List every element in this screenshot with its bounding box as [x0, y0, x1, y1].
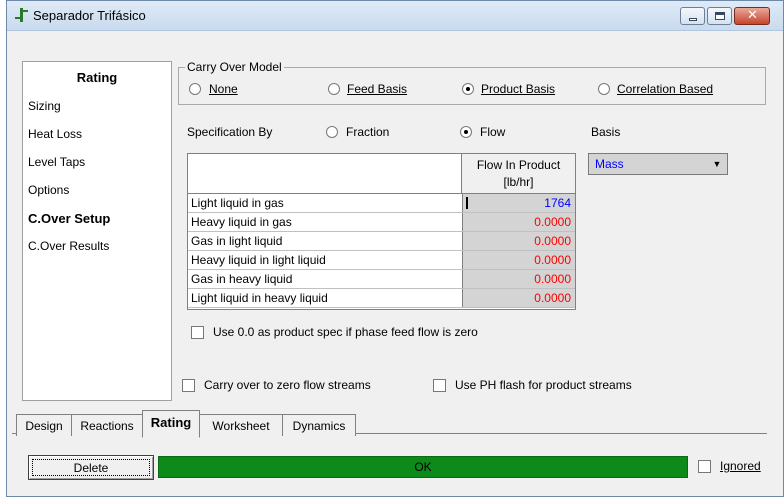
close-button[interactable]: ✕ — [734, 7, 770, 25]
dropdown-arrow-icon[interactable]: ▼ — [709, 156, 725, 172]
row-value-input[interactable]: 0.0000 — [462, 251, 575, 269]
use-ph-flash-label[interactable]: Use PH flash for product streams — [455, 378, 632, 392]
row-name: Gas in light liquid — [191, 234, 283, 248]
radio-correlation-based-label[interactable]: Correlation Based — [617, 82, 713, 96]
radio-none-label[interactable]: None — [209, 82, 238, 96]
radio-fraction[interactable] — [326, 126, 338, 138]
specification-by-label: Specification By — [187, 125, 273, 139]
carry-zero-flow-label[interactable]: Carry over to zero flow streams — [204, 378, 371, 392]
basis-label: Basis — [591, 125, 621, 139]
tab-rating[interactable]: Rating — [142, 410, 200, 438]
row-value-input[interactable]: 0.0000 — [462, 213, 575, 231]
carry-over-model-group: Carry Over Model None Feed Basis Product… — [178, 60, 766, 105]
flow-in-product-grid: Flow In Product [lb/hr] Light liquid in … — [187, 153, 576, 310]
basis-select-value: Mass — [595, 157, 624, 171]
radio-feed-basis-label[interactable]: Feed Basis — [347, 82, 407, 96]
radio-feed-basis[interactable] — [328, 83, 340, 95]
minimize-icon — [689, 18, 697, 21]
row-name: Light liquid in gas — [191, 196, 284, 210]
text-cursor — [466, 197, 468, 209]
row-value-input[interactable]: 0.0000 — [462, 270, 575, 288]
tab-dynamics[interactable]: Dynamics — [282, 414, 356, 436]
tab-strip: Design Reactions Rating Worksheet Dynami… — [11, 409, 771, 438]
grid-column-header-title: Flow In Product — [476, 158, 561, 172]
nav-item-options[interactable]: Options — [23, 176, 171, 204]
separator-app-icon — [15, 8, 28, 22]
delete-button[interactable]: Delete — [28, 455, 154, 480]
tab-worksheet[interactable]: Worksheet — [199, 414, 283, 436]
use-zero-spec-label[interactable]: Use 0.0 as product spec if phase feed fl… — [213, 325, 478, 339]
table-row: Gas in light liquid 0.0000 — [188, 232, 575, 251]
grid-corner-header — [188, 154, 462, 194]
title-bar[interactable]: Separador Trifásico ✕ — [7, 1, 783, 31]
minimize-button[interactable] — [680, 7, 705, 25]
grid-column-header: Flow In Product [lb/hr] — [462, 154, 575, 194]
table-row: Gas in heavy liquid 0.0000 — [188, 270, 575, 289]
grid-column-header-unit: [lb/hr] — [503, 175, 534, 189]
radio-product-basis-label[interactable]: Product Basis — [481, 82, 555, 96]
table-row: Light liquid in heavy liquid 0.0000 — [188, 289, 575, 308]
row-name: Light liquid in heavy liquid — [191, 291, 328, 305]
row-name: Gas in heavy liquid — [191, 272, 293, 286]
radio-flow[interactable] — [460, 126, 472, 138]
row-value-input[interactable]: 0.0000 — [462, 232, 575, 250]
radio-flow-label[interactable]: Flow — [480, 125, 505, 139]
row-name: Heavy liquid in gas — [191, 215, 292, 229]
row-value-input[interactable]: 0.0000 — [462, 289, 575, 307]
radio-fraction-label[interactable]: Fraction — [346, 125, 389, 139]
maximize-icon — [715, 12, 725, 20]
app-window: Separador Trifásico ✕ Rating Sizing Heat… — [6, 0, 784, 497]
tab-reactions[interactable]: Reactions — [71, 414, 143, 436]
nav-item-sizing[interactable]: Sizing — [23, 92, 171, 120]
tab-design[interactable]: Design — [16, 414, 72, 436]
nav-item-cover-results[interactable]: C.Over Results — [23, 232, 171, 260]
nav-header: Rating — [76, 70, 118, 85]
table-row: Heavy liquid in light liquid 0.0000 — [188, 251, 575, 270]
rating-nav-list: Rating Sizing Heat Loss Level Taps Optio… — [22, 61, 172, 401]
use-zero-spec-checkbox[interactable] — [191, 326, 204, 339]
radio-correlation-based[interactable] — [598, 83, 610, 95]
table-row: Heavy liquid in gas 0.0000 — [188, 213, 575, 232]
maximize-button[interactable] — [707, 7, 732, 25]
row-value-input[interactable]: 1764 — [462, 194, 575, 212]
radio-none[interactable] — [189, 83, 201, 95]
status-bar: OK — [158, 456, 688, 478]
window-title: Separador Trifásico — [33, 8, 146, 23]
nav-item-cover-setup[interactable]: C.Over Setup — [23, 204, 171, 232]
ignored-checkbox[interactable] — [698, 460, 711, 473]
carry-zero-flow-checkbox[interactable] — [182, 379, 195, 392]
close-icon: ✕ — [747, 8, 758, 23]
radio-product-basis[interactable] — [462, 83, 474, 95]
ignored-label[interactable]: Ignored — [720, 459, 761, 473]
use-ph-flash-checkbox[interactable] — [433, 379, 446, 392]
basis-select[interactable]: Mass ▼ — [588, 153, 728, 175]
row-name: Heavy liquid in light liquid — [191, 253, 326, 267]
nav-item-level-taps[interactable]: Level Taps — [23, 148, 171, 176]
carry-over-model-legend: Carry Over Model — [185, 60, 284, 74]
table-row: Light liquid in gas 1764 — [188, 194, 575, 213]
nav-item-heat-loss[interactable]: Heat Loss — [23, 120, 171, 148]
